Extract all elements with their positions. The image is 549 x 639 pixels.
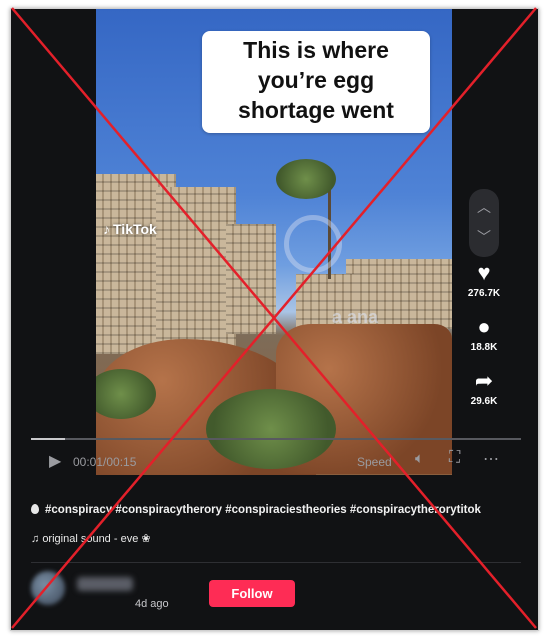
red-x-overlay (11, 7, 537, 629)
